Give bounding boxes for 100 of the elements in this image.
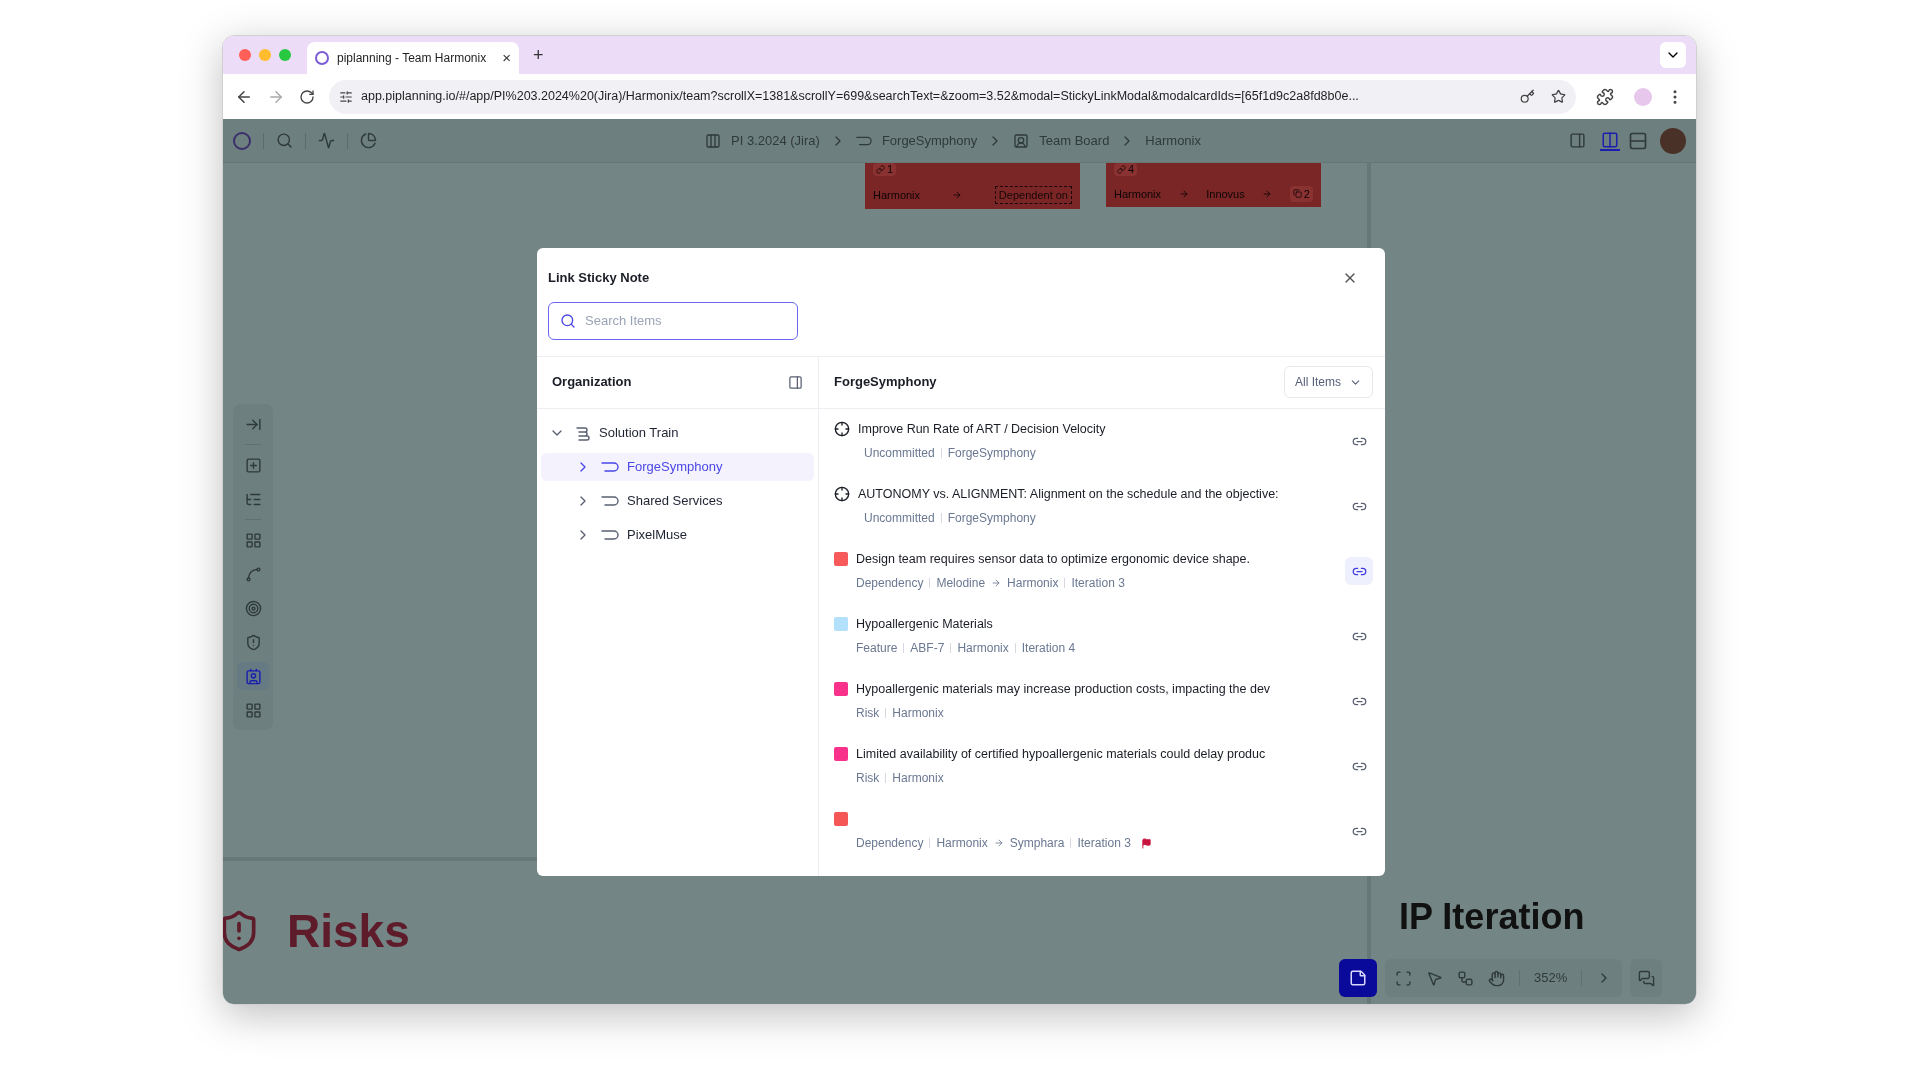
- list-view-icon[interactable]: [1628, 130, 1648, 151]
- reload-icon[interactable]: [299, 88, 315, 105]
- new-tab-button[interactable]: +: [533, 41, 544, 69]
- tree-item-label: Shared Services: [627, 491, 723, 510]
- tree-item[interactable]: Solution Train: [541, 418, 814, 447]
- search-icon: [560, 312, 576, 329]
- train-icon: [575, 424, 591, 441]
- art-icon: [601, 460, 619, 473]
- item-title: Hypoallergenic materials may increase production costs, impacting the dev: [856, 680, 1271, 698]
- separator: [950, 643, 952, 653]
- item-meta: Iteration 3: [1077, 835, 1131, 852]
- tree-item[interactable]: ForgeSymphony: [541, 452, 814, 481]
- item-meta: ForgeSymphony: [947, 445, 1036, 462]
- link-count-badge: 1: [873, 163, 897, 176]
- item-title: AUTONOMY vs. ALIGNMENT: Alignment on the schedule and the objective:: [858, 485, 1279, 503]
- profile-icon[interactable]: [1634, 87, 1652, 106]
- panel-icon[interactable]: [1569, 132, 1586, 149]
- target-icon: [244, 599, 262, 617]
- site-icon: [315, 51, 329, 65]
- extensions-icon[interactable]: [1596, 87, 1614, 106]
- link-button[interactable]: [1345, 557, 1373, 585]
- item-meta: Iteration 3: [1071, 575, 1125, 592]
- team-icon: [244, 667, 262, 685]
- item-title: Limited availability of certified hypoallergenic materials could delay produc: [856, 745, 1266, 763]
- site-settings-icon[interactable]: [339, 89, 353, 104]
- item-meta: Uncommitted: [864, 445, 935, 462]
- item-meta: Iteration 4: [1021, 640, 1076, 657]
- art-icon: [601, 528, 619, 541]
- art-icon: [855, 134, 872, 147]
- close-window-icon[interactable]: [239, 49, 251, 61]
- item-meta: Dependency: [856, 575, 924, 592]
- fit-icon[interactable]: [1395, 969, 1412, 987]
- link-count-badge: 4: [1114, 163, 1138, 176]
- hand-icon[interactable]: [1488, 969, 1505, 987]
- board-icon: [705, 132, 721, 149]
- star-icon[interactable]: [1551, 89, 1566, 104]
- activity-icon[interactable]: [318, 132, 335, 149]
- card-team: Harmonix: [1114, 186, 1162, 202]
- extra-link-badge: 2: [1289, 185, 1313, 202]
- item-meta: ForgeSymphony: [947, 510, 1036, 527]
- tree-item[interactable]: Shared Services: [541, 486, 814, 515]
- item-meta: Symphara: [1009, 835, 1065, 852]
- tree-item-label: PixelMuse: [627, 525, 687, 544]
- tool-button[interactable]: [237, 662, 269, 690]
- address-bar[interactable]: app.piplanning.io/#/app/PI%203.2024%20(Jira)/Harmonix/team?scrollX=1381&scrollY=699&searchText=&zoom=3.52&modal=StickyLinkModal&modalcardIds=[65f1d9c2a8fd8b0e...: [329, 79, 1576, 114]
- tab-close[interactable]: ×: [502, 46, 511, 70]
- separator: [940, 513, 942, 523]
- objective-icon: [834, 421, 850, 437]
- item-meta: Harmonix: [957, 640, 1009, 657]
- item-meta: Risk: [856, 770, 880, 787]
- separator: [940, 448, 942, 458]
- item-meta: Melodine: [936, 575, 986, 592]
- separator: [1070, 838, 1072, 848]
- item-title: Hypoallergenic Materials: [856, 615, 993, 633]
- card-team: Harmonix: [873, 187, 921, 203]
- link-icon: [876, 165, 885, 174]
- shield-icon: [244, 633, 262, 651]
- separator: [885, 773, 887, 783]
- app-logo-icon[interactable]: [233, 131, 251, 150]
- url-text: app.piplanning.io/#/app/PI%203.2024%20(Jira)/Harmonix/team?scrollX=1381&scrollY=699&searchText=&zoom=3.52&modal=StickyLinkModal&modalcardIds=[65f1d9c2a8fd8b0e...: [361, 88, 1360, 106]
- separator: [903, 643, 905, 653]
- key-icon[interactable]: [1520, 89, 1535, 104]
- section-title: Risks: [287, 908, 410, 954]
- arrow-icon: [952, 189, 963, 200]
- panel-toggle-icon[interactable]: [788, 374, 803, 390]
- tree-item-label: Solution Train: [599, 423, 679, 442]
- item-meta: ABF-7: [910, 640, 945, 657]
- separator: [885, 708, 887, 718]
- tree-item-label: ForgeSymphony: [627, 457, 723, 476]
- modal-title: Link Sticky Note: [548, 269, 650, 287]
- item-title: Improve Run Rate of ART / Decision Velocity: [858, 420, 1106, 438]
- connector-icon[interactable]: [1457, 969, 1474, 987]
- avatar-icon[interactable]: [1660, 127, 1686, 154]
- browser-tab[interactable]: piplanning - Team Harmonix ×: [307, 42, 519, 74]
- arrow-icon: [1262, 188, 1273, 199]
- search-field[interactable]: Search Items: [548, 301, 798, 340]
- tree-item[interactable]: PixelMuse: [541, 520, 814, 549]
- comments-icon: [1637, 969, 1655, 987]
- section-title: IP Iteration: [1399, 899, 1585, 935]
- card-team: Innovus: [1206, 186, 1245, 202]
- search-icon[interactable]: [276, 132, 293, 149]
- add-items-icon: [244, 531, 262, 549]
- panel-title: ForgeSymphony: [834, 373, 937, 392]
- maximize-window-icon[interactable]: [279, 49, 291, 61]
- separator: [929, 838, 931, 848]
- separator: [1064, 578, 1066, 588]
- filter-dropdown[interactable]: All Items: [1284, 366, 1373, 398]
- link-icon: [1117, 165, 1126, 174]
- board-view-icon[interactable]: [1600, 130, 1620, 151]
- item-meta: Uncommitted: [864, 510, 935, 527]
- sticky-note-button[interactable]: [1339, 959, 1377, 997]
- chart-icon[interactable]: [360, 132, 377, 149]
- add-group-icon: [244, 456, 262, 474]
- item-meta: Harmonix: [892, 770, 944, 787]
- tab-title: piplanning - Team Harmonix: [337, 50, 488, 67]
- comments-button[interactable]: [1630, 959, 1663, 997]
- pointer-icon[interactable]: [1426, 969, 1443, 987]
- copy-icon: [1292, 189, 1302, 199]
- tab-menu-button[interactable]: [1660, 42, 1686, 68]
- arrow-icon: [1178, 188, 1189, 199]
